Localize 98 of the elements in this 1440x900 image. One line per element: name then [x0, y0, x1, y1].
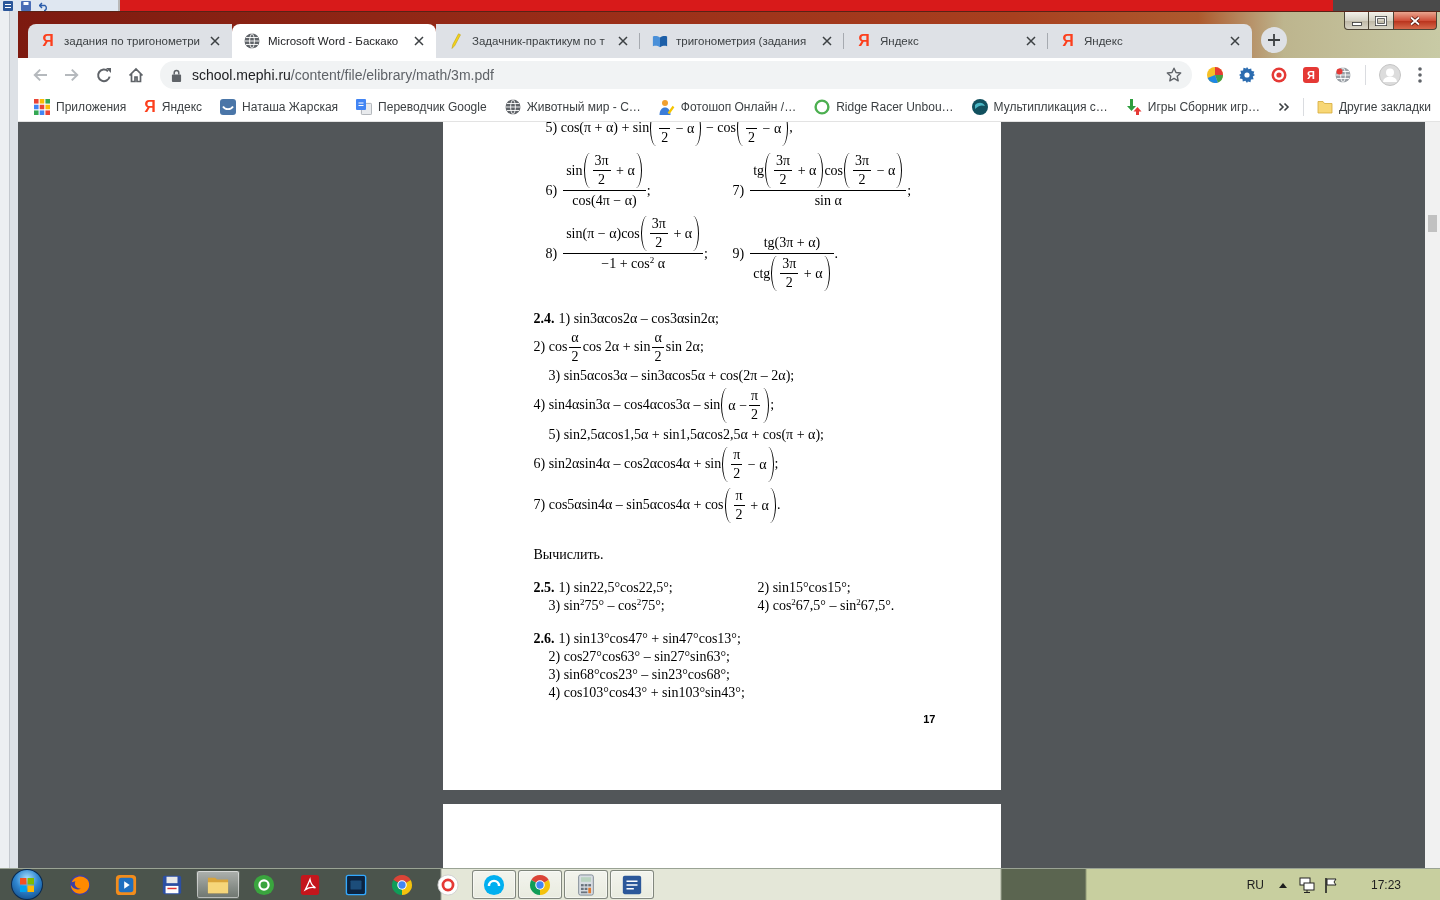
- math-formula: 2) cos27°cos63° – sin27°sin63°;: [548, 648, 730, 666]
- math-formula: 5) cos(π + α) + sin 2 − α − cos 2 − α ,: [545, 122, 793, 147]
- math-formula: 2) sin15°cos15°;: [757, 579, 851, 597]
- pencil-icon: [451, 33, 461, 49]
- caret-up-icon[interactable]: [1278, 881, 1287, 888]
- overlapping-pages-icon: [356, 98, 373, 115]
- close-icon[interactable]: [1230, 36, 1240, 46]
- swirl-globe-icon: [69, 873, 91, 896]
- bookmark-item[interactable]: Мультипликация с…: [971, 98, 1108, 115]
- browser-tab[interactable]: Я Яндекс: [844, 24, 1048, 58]
- address-field[interactable]: school.mephi.ru/content/file/elibrary/math/3m.pdf: [160, 61, 1192, 89]
- close-icon[interactable]: [1026, 36, 1036, 46]
- letter-icon: Я: [42, 33, 54, 49]
- sphere-icon: [971, 98, 988, 115]
- instruction-text: Вычислить.: [533, 546, 604, 564]
- undo-icon[interactable]: [39, 0, 49, 11]
- math-formula: 3) sin68°cos23° – sin23°cos68°;: [548, 666, 730, 684]
- bookmark-item[interactable]: Наташа Жарская: [220, 98, 339, 115]
- maximize-button[interactable]: [1369, 12, 1394, 30]
- math-formula: 2.5. 1) sin22,5°cos22,5°;: [533, 579, 673, 597]
- plus-icon: [1268, 34, 1280, 46]
- segmented-circle-icon: [391, 873, 413, 896]
- reload-icon[interactable]: [96, 67, 112, 83]
- math-formula: 4) cos103°cos43° + sin103°sin43°;: [548, 684, 745, 702]
- menu-icon[interactable]: [1418, 67, 1422, 83]
- bookmark-item[interactable]: Переводчик Google: [356, 98, 487, 115]
- close-button[interactable]: [1394, 12, 1437, 30]
- close-icon: [1409, 15, 1421, 26]
- taskbar-button[interactable]: [610, 870, 654, 899]
- globe-icon[interactable]: [1335, 67, 1351, 83]
- page-number: 17: [923, 712, 936, 727]
- home-icon[interactable]: [128, 67, 144, 83]
- apps-grid-icon: [34, 98, 50, 115]
- close-icon[interactable]: [822, 36, 832, 46]
- book-icon: [652, 33, 668, 49]
- loop-tile-icon: [299, 873, 321, 896]
- arc-circle-icon: [483, 873, 505, 896]
- bookmark-item[interactable]: Животный мир - С…: [504, 98, 641, 115]
- start-button[interactable]: [11, 869, 43, 900]
- browser-tab[interactable]: Задачник-практикум по т: [436, 24, 640, 58]
- math-formula: 2.4. 1) sin3αcos2α – cos3αsin2α;: [533, 310, 719, 328]
- globe-icon: [504, 98, 521, 115]
- square-tile-icon: [345, 873, 367, 896]
- browser-tab[interactable]: Я Яндекс: [1048, 24, 1252, 58]
- bookmark-item[interactable]: Игры Сборник игр…: [1125, 98, 1260, 115]
- ring-icon: [437, 873, 459, 896]
- bookmark-item[interactable]: Приложения: [34, 98, 127, 115]
- calculator-icon: [575, 873, 597, 896]
- taskbar-button[interactable]: [472, 870, 516, 899]
- math-formula: 4) cos$^{2}$67,5° – sin$^{2}$67,5°.: [757, 597, 895, 615]
- lock-icon: [171, 68, 182, 82]
- close-icon[interactable]: [414, 36, 424, 46]
- taskbar-button[interactable]: [564, 870, 608, 899]
- taskbar-button[interactable]: [196, 870, 240, 899]
- folder-icon: [1316, 98, 1333, 115]
- letter-icon: Я: [858, 33, 870, 49]
- network-icon[interactable]: [1298, 876, 1315, 893]
- window-panes-icon: [20, 877, 34, 892]
- document-icon[interactable]: [3, 0, 13, 11]
- minimize-icon: [1351, 21, 1362, 26]
- letter-icon[interactable]: Я: [1303, 67, 1319, 83]
- sphere-icon[interactable]: [1207, 67, 1223, 83]
- browser-tab[interactable]: Я задания по тригонометри: [28, 24, 232, 58]
- bookmark-item[interactable]: Я Яндекс: [144, 98, 203, 115]
- math-formula: 3) sin$^{2}$75° – cos$^{2}$75°;: [548, 597, 665, 615]
- person-pencil-icon: [658, 98, 675, 115]
- flag-icon[interactable]: [1322, 876, 1339, 893]
- browser-tab[interactable]: Microsoft Word - Баскако: [232, 24, 436, 58]
- close-icon[interactable]: [210, 36, 220, 46]
- bookmark-item[interactable]: Фотошоп Онлайн /…: [658, 98, 797, 115]
- maximize-icon: [1375, 15, 1387, 26]
- taskbar-button[interactable]: [518, 870, 562, 899]
- bookmark-folder[interactable]: Другие закладки: [1316, 98, 1431, 115]
- globe-icon: [244, 33, 260, 49]
- disc-icon: [253, 873, 275, 896]
- arrows-icon: [1125, 98, 1142, 115]
- close-icon[interactable]: [618, 36, 628, 46]
- new-tab-button[interactable]: [1261, 27, 1287, 53]
- scrollbar-thumb[interactable]: [1428, 215, 1437, 232]
- language-indicator[interactable]: RU: [1246, 877, 1264, 892]
- letter-icon: Я: [144, 98, 156, 115]
- target-icon[interactable]: [1271, 67, 1287, 83]
- math-formula: 3) sin5αcos3α – sin3αcos5α + cos(2π – 2α);: [548, 367, 795, 385]
- tile-icon: [220, 98, 237, 115]
- browser-tab[interactable]: тригонометрия (задания: [640, 24, 844, 58]
- letter-icon: Я: [1062, 33, 1074, 49]
- gear-icon[interactable]: [1239, 67, 1255, 83]
- double-chevron-icon[interactable]: [1277, 100, 1290, 113]
- math-formula: 5) sin2,5αcos1,5α + sin1,5αcos2,5α + cos(π + α);: [548, 426, 824, 444]
- play-icon: [115, 873, 137, 896]
- minimize-button[interactable]: [1344, 12, 1369, 30]
- ring-icon: [814, 98, 831, 115]
- math-formula: 2.6. 1) sin13°cos47° + sin47°cos13°;: [533, 630, 741, 648]
- document-icon: [621, 873, 643, 896]
- bookmark-item[interactable]: Ridge Racer Unbou…: [814, 98, 954, 115]
- segmented-circle-icon: [529, 873, 551, 896]
- clock-text[interactable]: 17:23: [1370, 877, 1401, 892]
- star-icon[interactable]: [1166, 67, 1182, 83]
